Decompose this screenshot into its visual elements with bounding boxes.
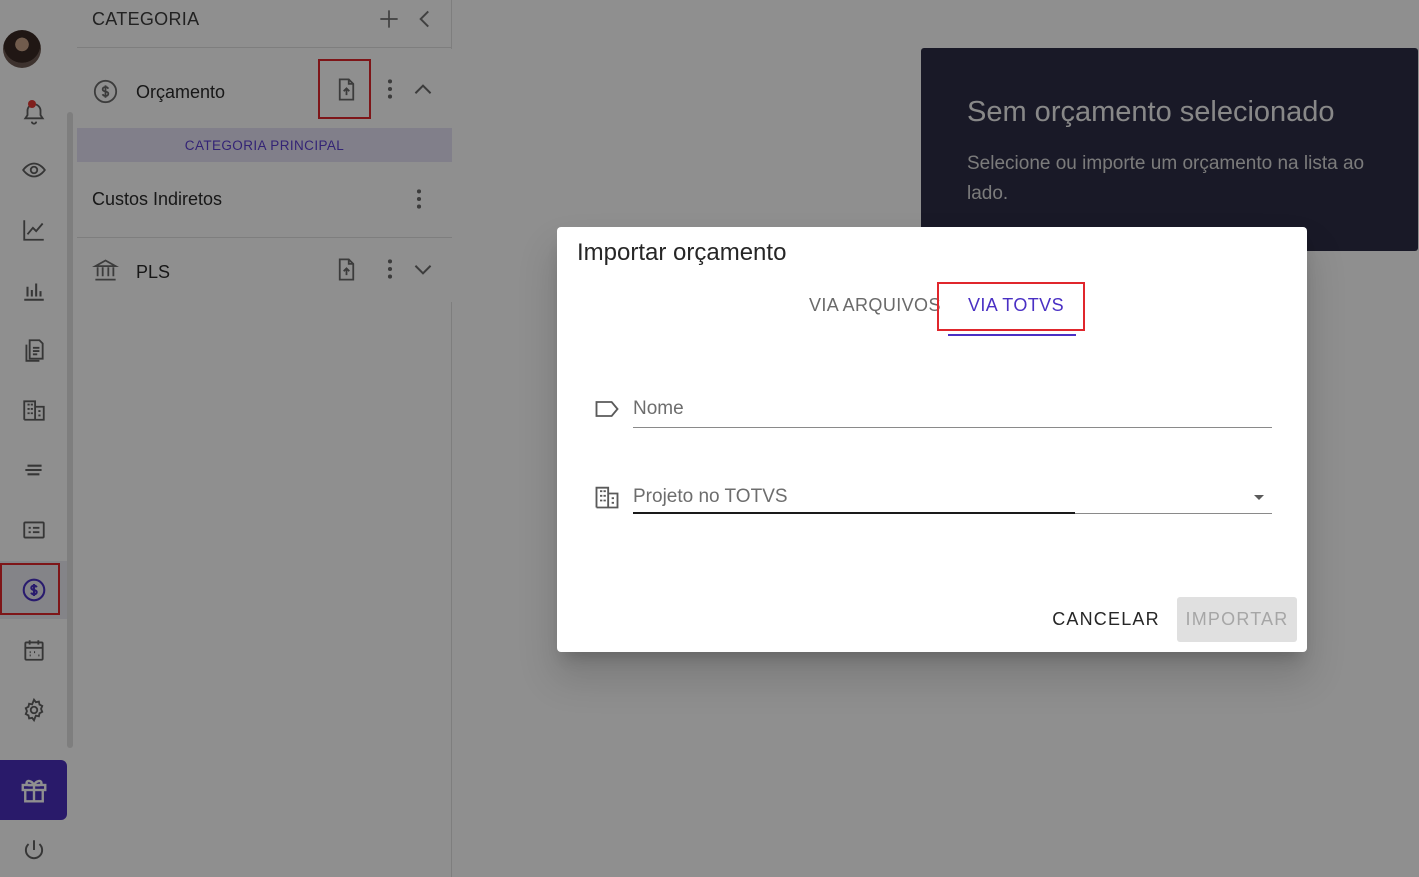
name-field	[593, 387, 1273, 429]
tab-via-arquivos[interactable]: VIA ARQUIVOS	[809, 295, 941, 316]
tab-via-totvs[interactable]: VIA TOTVS	[968, 295, 1064, 316]
building-icon	[593, 483, 621, 516]
name-input[interactable]	[633, 394, 1272, 424]
label-tag-icon	[593, 395, 621, 428]
project-select[interactable]	[633, 482, 1233, 512]
active-tab-indicator	[948, 334, 1076, 336]
dropdown-arrow-icon[interactable]	[1247, 485, 1271, 514]
cancel-button[interactable]: CANCELAR	[1047, 597, 1165, 642]
name-underline	[633, 427, 1272, 428]
project-underline-focus	[633, 512, 1075, 514]
dialog-title: Importar orçamento	[577, 239, 787, 266]
import-budget-dialog: Importar orçamento VIA ARQUIVOS VIA TOTV…	[557, 227, 1307, 652]
project-field	[593, 475, 1273, 517]
import-button[interactable]: IMPORTAR	[1177, 597, 1297, 642]
